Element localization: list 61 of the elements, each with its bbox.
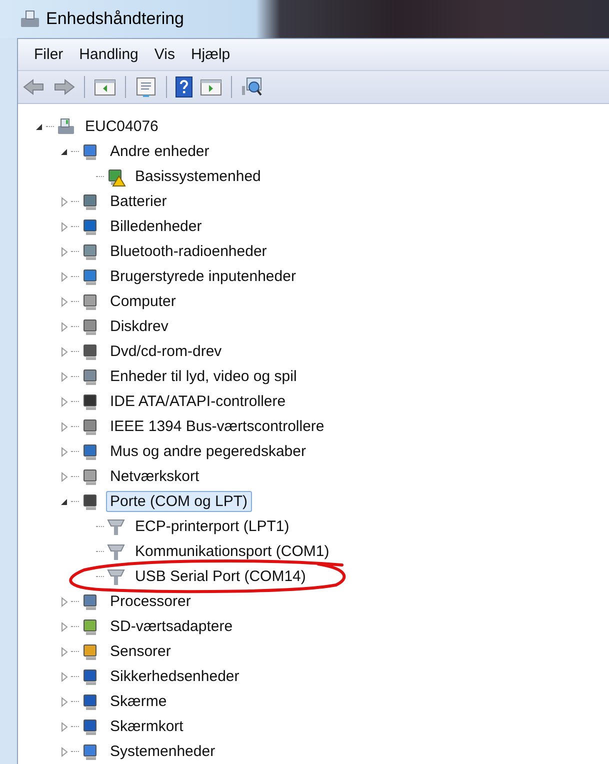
expand-arrow-icon[interactable]: [59, 196, 69, 206]
panel-icon[interactable]: [93, 77, 117, 97]
expand-arrow-icon[interactable]: [59, 472, 69, 482]
expand-arrow-icon[interactable]: [59, 396, 69, 406]
tree-item[interactable]: USB Serial Port (COM14): [131, 566, 310, 587]
tree-item[interactable]: Sensorer: [106, 641, 175, 662]
properties-icon[interactable]: [134, 76, 158, 98]
device-manager-icon: [20, 10, 40, 28]
tree-item[interactable]: Kommunikationsport (COM1): [131, 541, 334, 562]
tree-item[interactable]: Enheder til lyd, video og spil: [106, 366, 301, 387]
expand-arrow-icon[interactable]: [59, 296, 69, 306]
tree-item[interactable]: Diskdrev: [106, 316, 172, 337]
expand-arrow-icon[interactable]: [59, 372, 69, 382]
expand-arrow-icon[interactable]: [59, 646, 69, 656]
panel-icon[interactable]: [199, 77, 223, 97]
menu-item[interactable]: Filer: [26, 44, 72, 65]
tree-item[interactable]: Bluetooth-radioenheder: [106, 241, 271, 262]
tree-item[interactable]: IEEE 1394 Bus-værtscontrollere: [106, 416, 328, 437]
tree-item[interactable]: Skærmkort: [106, 716, 188, 737]
window-title: Enhedshåndtering: [46, 9, 184, 29]
forward-arrow-icon[interactable]: [52, 77, 76, 97]
back-arrow-icon[interactable]: [22, 77, 46, 97]
tree-item[interactable]: Processorer: [106, 591, 195, 612]
menu-item[interactable]: Handling: [71, 44, 146, 65]
expand-arrow-icon[interactable]: [59, 272, 69, 282]
tree-item[interactable]: ECP-printerport (LPT1): [131, 516, 294, 537]
expand-arrow-icon[interactable]: [59, 596, 69, 606]
expand-arrow-icon[interactable]: [59, 246, 69, 256]
collapse-arrow-icon[interactable]: [59, 146, 69, 156]
menu-item[interactable]: Vis: [146, 44, 183, 65]
collapse-arrow-icon[interactable]: [34, 122, 44, 132]
expand-arrow-icon[interactable]: [59, 672, 69, 682]
expand-arrow-icon[interactable]: [59, 222, 69, 232]
expand-arrow-icon[interactable]: [59, 446, 69, 456]
tree-item[interactable]: Batterier: [106, 191, 171, 212]
tree-item[interactable]: Andre enheder: [106, 141, 214, 162]
tree-item[interactable]: Netværkskort: [106, 466, 204, 487]
tree-item[interactable]: Mus og andre pegeredskaber: [106, 441, 310, 462]
scan-icon[interactable]: [240, 76, 264, 98]
tree-item[interactable]: Dvd/cd-rom-drev: [106, 341, 226, 362]
expand-arrow-icon[interactable]: [59, 422, 69, 432]
collapse-arrow-icon[interactable]: [59, 496, 69, 506]
tree-item[interactable]: Sikkerhedsenheder: [106, 666, 244, 687]
expand-arrow-icon[interactable]: [59, 722, 69, 732]
menu-item[interactable]: Hjælp: [182, 44, 238, 65]
expand-arrow-icon[interactable]: [59, 346, 69, 356]
tree-item[interactable]: Porte (COM og LPT): [106, 491, 252, 512]
help-icon[interactable]: [175, 76, 193, 98]
tree-item[interactable]: SD-værtsadaptere: [106, 616, 237, 637]
tree-item[interactable]: EUC04076: [81, 116, 162, 137]
expand-arrow-icon[interactable]: [59, 322, 69, 332]
expand-arrow-icon[interactable]: [59, 696, 69, 706]
tree-item[interactable]: Computer: [106, 291, 180, 312]
tree-item[interactable]: Basissystemenhed: [131, 166, 265, 187]
tree-item[interactable]: Billedenheder: [106, 216, 206, 237]
tree-item[interactable]: Brugerstyrede inputenheder: [106, 266, 300, 287]
tree-item[interactable]: IDE ATA/ATAPI-controllere: [106, 391, 290, 412]
tree-item[interactable]: Systemenheder: [106, 741, 220, 762]
expand-arrow-icon[interactable]: [59, 622, 69, 632]
expand-arrow-icon[interactable]: [59, 746, 69, 756]
tree-item[interactable]: Skærme: [106, 691, 171, 712]
